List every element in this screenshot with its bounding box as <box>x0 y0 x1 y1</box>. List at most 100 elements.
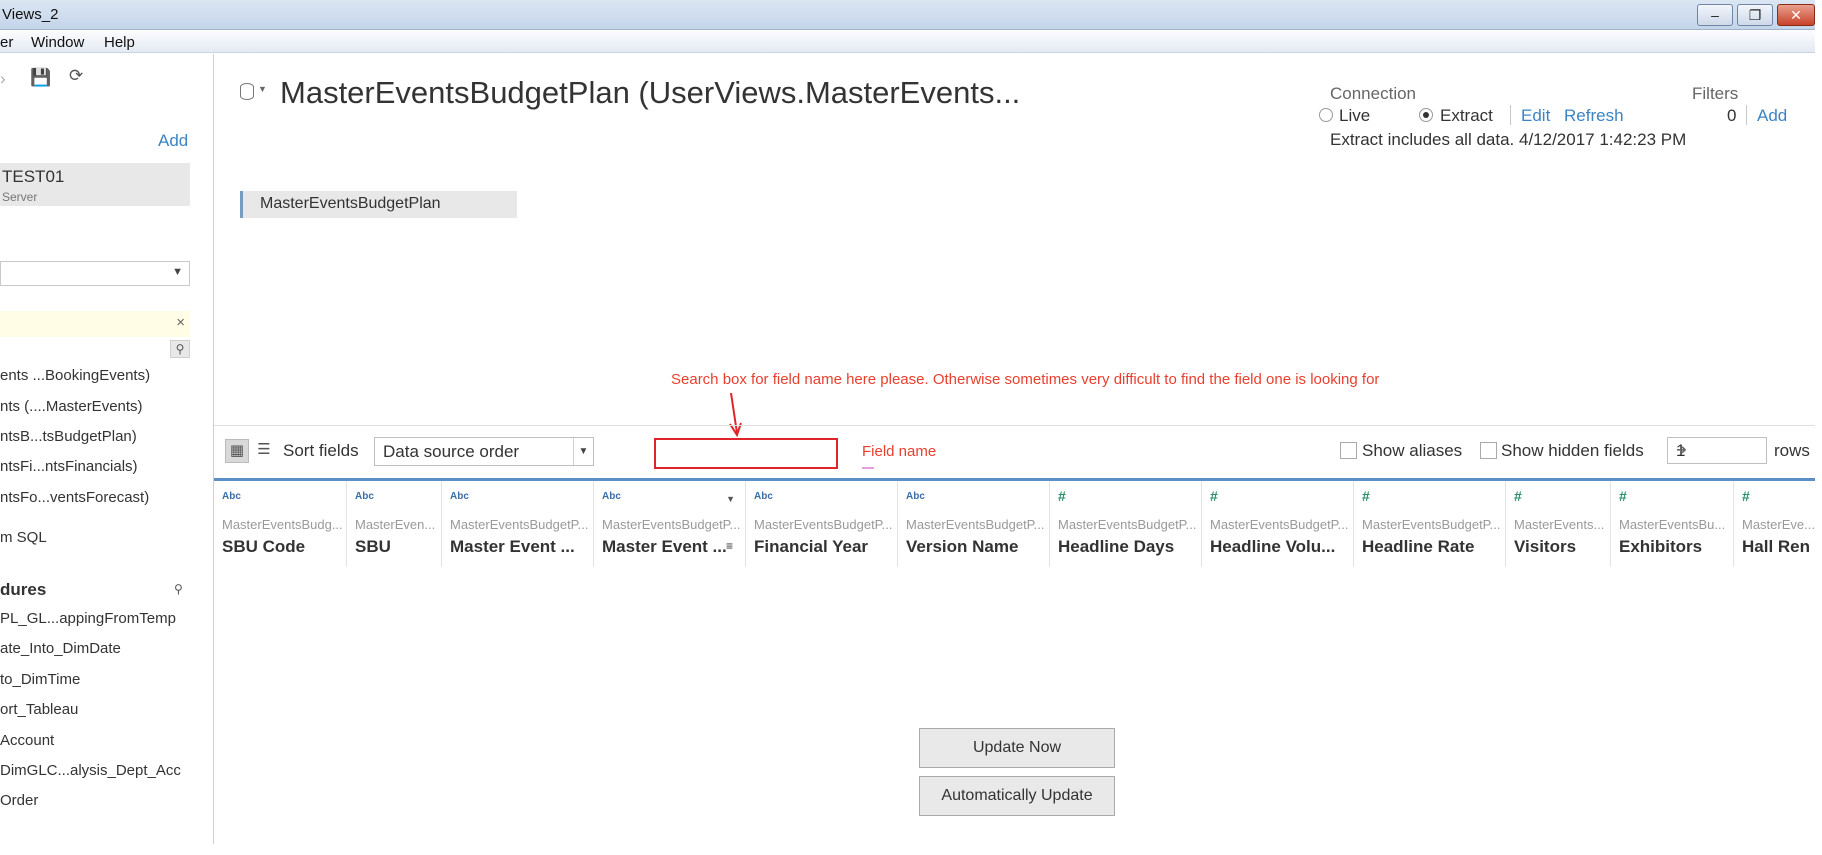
column-header[interactable]: # MasterEventsBudgetP... Headline Volu..… <box>1202 481 1354 567</box>
custom-sql-item[interactable]: m SQL <box>0 529 47 546</box>
menu-item-help[interactable]: Help <box>104 34 135 51</box>
extract-radio[interactable] <box>1419 108 1433 122</box>
chevron-down-icon: ▼ <box>573 438 593 465</box>
clear-icon[interactable]: × <box>176 314 185 331</box>
number-type-icon[interactable]: # <box>1362 488 1370 504</box>
show-hidden-checkbox[interactable] <box>1480 442 1497 459</box>
database-select[interactable]: ▼ <box>0 261 190 286</box>
string-type-icon[interactable]: Abc <box>906 491 925 502</box>
column-name: Master Event ... <box>602 537 727 556</box>
column-header[interactable]: # MasterEve... Hall Ren <box>1734 481 1815 567</box>
show-hidden-label[interactable]: Show hidden fields <box>1501 441 1644 461</box>
canvas-table[interactable]: MasterEventsBudgetPlan <box>240 191 517 218</box>
canvas-table-name: MasterEventsBudgetPlan <box>260 195 441 212</box>
column-header[interactable]: # MasterEventsBudgetP... Headline Days <box>1050 481 1202 567</box>
edit-link[interactable]: Edit <box>1521 106 1550 126</box>
column-source: MasterEvents... <box>1514 517 1605 532</box>
datasource-icon[interactable] <box>240 83 254 100</box>
number-type-icon[interactable]: # <box>1514 488 1522 504</box>
column-name: Version Name <box>906 537 1019 556</box>
column-header[interactable]: Abc MasterEventsBudgetP... Version Name <box>898 481 1050 567</box>
automatically-update-button[interactable]: Automatically Update <box>919 776 1115 816</box>
column-name: Hall Ren <box>1742 537 1811 556</box>
string-type-icon[interactable]: Abc <box>602 491 621 502</box>
column-header[interactable]: Abc MasterEventsBudgetP... Master Event … <box>442 481 594 567</box>
string-type-icon[interactable]: Abc <box>222 491 241 502</box>
extract-label[interactable]: Extract <box>1440 106 1493 126</box>
show-aliases-checkbox[interactable] <box>1340 442 1357 459</box>
table-search-input[interactable]: × <box>0 311 190 337</box>
save-icon[interactable]: 💾 <box>30 68 51 88</box>
column-name: Headline Volu... <box>1210 537 1336 556</box>
live-label[interactable]: Live <box>1339 106 1370 126</box>
table-list-item[interactable]: nts (....MasterEvents) <box>0 398 143 415</box>
minimize-icon: – <box>1711 7 1719 23</box>
list-icon: ☰ <box>257 441 271 458</box>
add-connection-link[interactable]: Add <box>158 131 188 151</box>
update-now-button[interactable]: Update Now <box>919 728 1115 768</box>
minimize-button[interactable]: – <box>1697 4 1733 26</box>
show-aliases-label[interactable]: Show aliases <box>1362 441 1462 461</box>
rows-input[interactable]: 1 ➜ <box>1667 437 1767 464</box>
grid-view-button[interactable]: ▦ <box>225 439 249 463</box>
number-type-icon[interactable]: # <box>1058 488 1066 504</box>
column-header[interactable]: Abc MasterEven... SBU <box>347 481 442 567</box>
search-icon[interactable]: ⚲ <box>170 340 190 358</box>
column-source: MasterEventsBudg... <box>222 517 343 532</box>
procedure-item[interactable]: ate_Into_DimDate <box>0 640 121 657</box>
column-header[interactable]: # MasterEvents... Visitors <box>1506 481 1611 567</box>
sort-fields-select[interactable]: Data source order ▼ <box>374 437 594 466</box>
live-radio[interactable] <box>1319 108 1333 122</box>
procedure-item[interactable]: Order <box>0 792 38 809</box>
refresh-link[interactable]: Refresh <box>1564 106 1624 126</box>
filters-count: 0 <box>1727 106 1737 125</box>
string-type-icon[interactable]: Abc <box>450 491 469 502</box>
column-source: MasterEven... <box>355 517 436 532</box>
procedure-item[interactable]: PL_GL...appingFromTemp <box>0 610 176 627</box>
column-header[interactable]: # MasterEventsBudgetP... Headline Rate <box>1354 481 1506 567</box>
menu-bar: er Window Help <box>0 31 1815 53</box>
refresh-icon[interactable]: ⟳ <box>69 66 83 86</box>
procedure-item[interactable]: ort_Tableau <box>0 701 78 718</box>
number-type-icon[interactable]: # <box>1210 488 1218 504</box>
table-list-item[interactable]: ntsFo...ventsForecast) <box>0 489 149 506</box>
datasource-title[interactable]: MasterEventsBudgetPlan (UserViews.Master… <box>280 75 1020 111</box>
table-list-item[interactable]: ntsFi...ntsFinancials) <box>0 458 138 475</box>
connection-item[interactable]: TEST01 Server <box>0 163 190 206</box>
number-type-icon[interactable]: # <box>1619 488 1627 504</box>
window-title-bar: Views_2 – ❐ ✕ <box>0 0 1815 30</box>
grid-icon: ▦ <box>229 442 245 459</box>
column-header[interactable]: # MasterEventsBu... Exhibitors <box>1611 481 1734 567</box>
procedure-item[interactable]: DimGLC...alysis_Dept_Acc <box>0 762 181 779</box>
table-list-item[interactable]: ents ...BookingEvents) <box>0 367 150 384</box>
column-name: SBU <box>355 537 391 556</box>
sort-icon[interactable]: ≡ <box>726 539 733 553</box>
list-view-button[interactable]: ☰ <box>252 439 276 463</box>
procedure-item[interactable]: Account <box>0 732 54 749</box>
string-type-icon[interactable]: Abc <box>355 491 374 502</box>
add-filter-link[interactable]: Add <box>1757 106 1787 126</box>
arrow-right-icon[interactable]: ➜ <box>1676 442 1760 458</box>
annotation-text: Search box for field name here please. O… <box>671 371 1380 388</box>
forward-icon[interactable]: › <box>0 69 6 89</box>
close-button[interactable]: ✕ <box>1777 4 1815 26</box>
procedures-search-icon[interactable]: ⚲ <box>174 582 183 596</box>
number-type-icon[interactable]: # <box>1742 488 1750 504</box>
column-menu-icon[interactable]: ▼ <box>726 494 735 504</box>
table-list-item[interactable]: ntsB...tsBudgetPlan) <box>0 428 137 445</box>
column-header[interactable]: Abc ▼ MasterEventsBudgetP... Master Even… <box>594 481 746 567</box>
connection-type: Server <box>2 190 38 204</box>
procedures-heading: dures <box>0 580 47 599</box>
column-header[interactable]: Abc MasterEventsBudg... SBU Code <box>214 481 347 567</box>
column-source: MasterEventsBudgetP... <box>1362 517 1501 532</box>
column-header[interactable]: Abc MasterEventsBudgetP... Financial Yea… <box>746 481 898 567</box>
string-type-icon[interactable]: Abc <box>754 491 773 502</box>
procedure-item[interactable]: to_DimTime <box>0 671 80 688</box>
connection-name: TEST01 <box>2 167 65 186</box>
restore-button[interactable]: ❐ <box>1737 4 1773 26</box>
chevron-down-icon[interactable]: ▼ <box>258 84 267 94</box>
column-source: MasterEventsBudgetP... <box>754 517 893 532</box>
column-name: SBU Code <box>222 537 306 556</box>
menu-item-server[interactable]: er <box>0 34 13 51</box>
menu-item-window[interactable]: Window <box>31 34 84 51</box>
